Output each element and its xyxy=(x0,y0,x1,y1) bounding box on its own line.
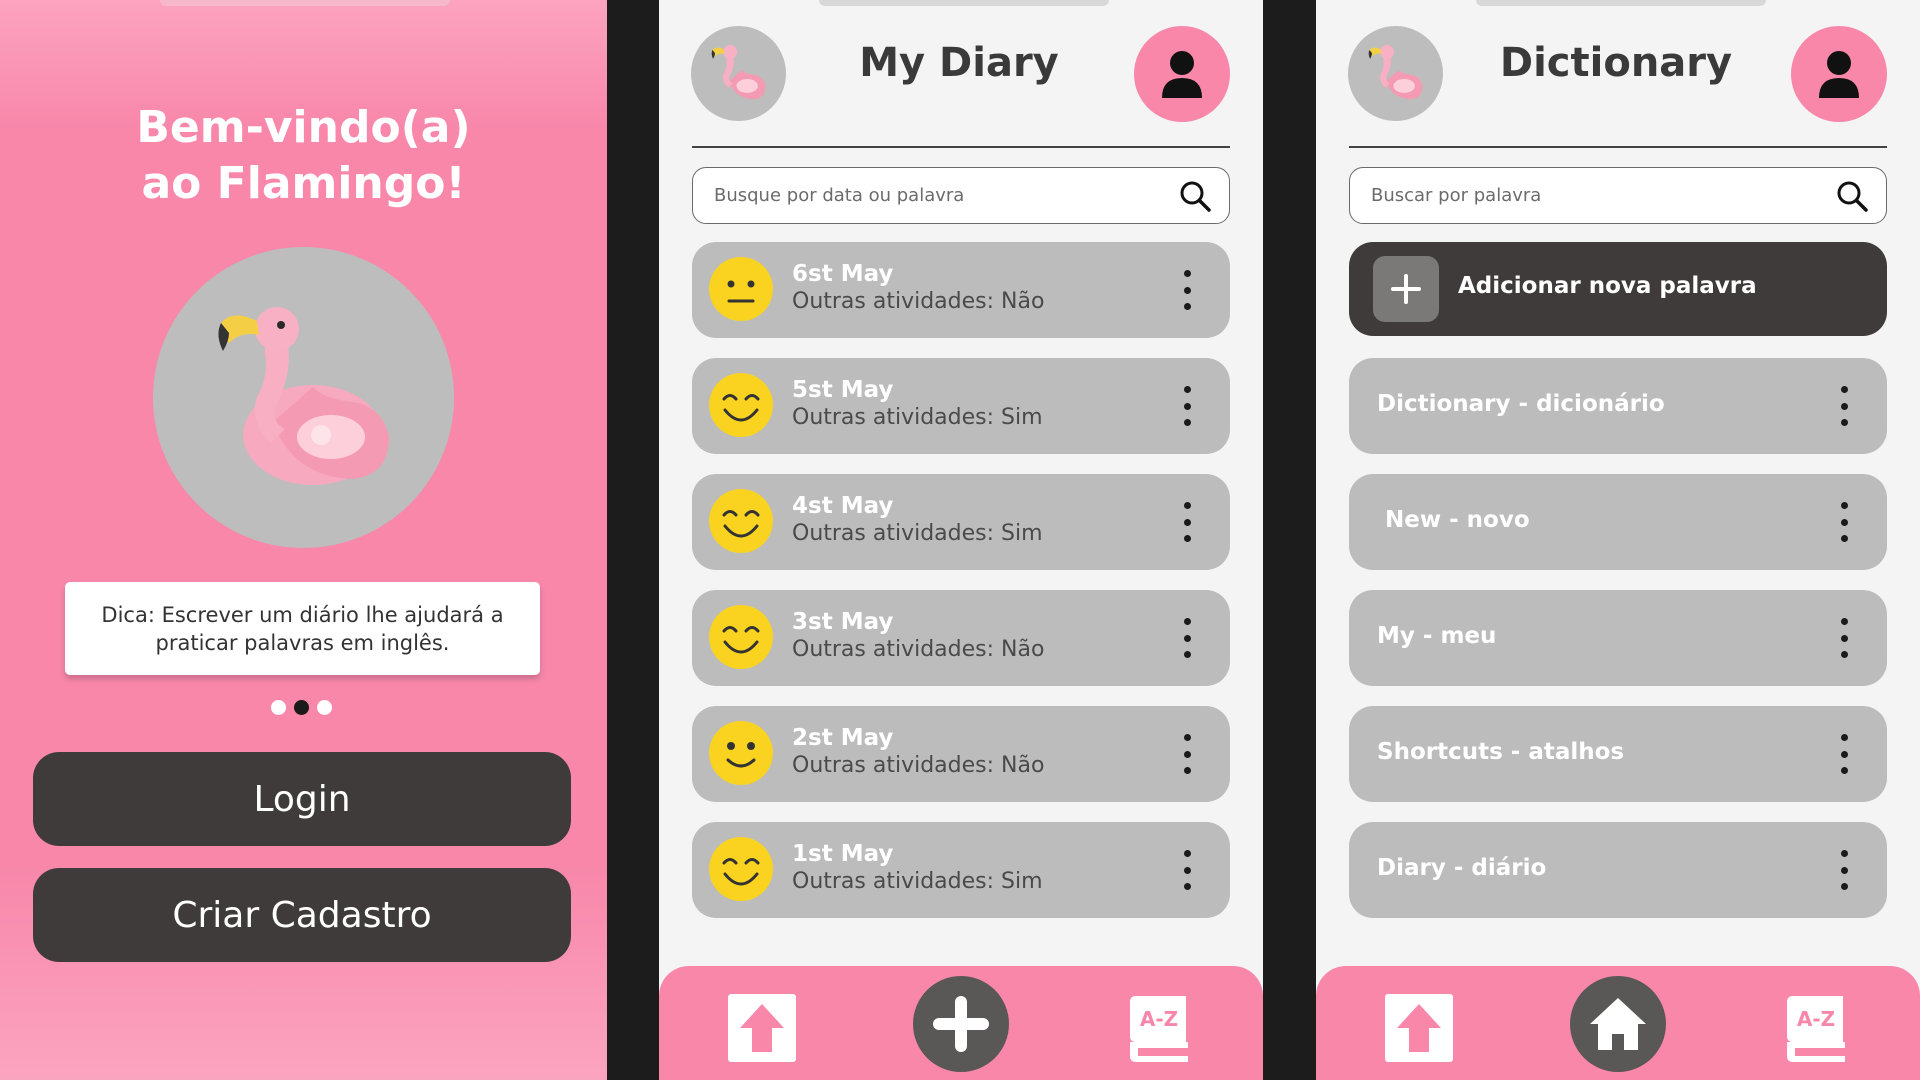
more-options-icon[interactable] xyxy=(1839,386,1849,426)
status-notch xyxy=(160,0,450,6)
word-item[interactable]: My - meu xyxy=(1349,590,1887,686)
az-label: A-Z xyxy=(1797,1007,1835,1031)
flamingo-logo xyxy=(153,247,454,548)
profile-button[interactable] xyxy=(1791,26,1887,122)
bottom-tab-bar: A-Z xyxy=(1316,966,1920,1080)
diary-entry[interactable]: 1st May Outras atividades: Sim xyxy=(692,822,1230,918)
entry-activities: Outras atividades: Não xyxy=(792,637,1045,662)
profile-button[interactable] xyxy=(1134,26,1230,122)
diary-entry[interactable]: 5st May Outras atividades: Sim xyxy=(692,358,1230,454)
welcome-screen: Bem-vindo(a) ao Flamingo! Dica: Escrever… xyxy=(0,0,607,1080)
word-item[interactable]: Shortcuts - atalhos xyxy=(1349,706,1887,802)
flamingo-logo[interactable] xyxy=(691,26,786,121)
search-icon[interactable] xyxy=(1179,180,1211,212)
diary-entry[interactable]: 4st May Outras atividades: Sim xyxy=(692,474,1230,570)
entry-date: 5st May xyxy=(792,377,894,403)
more-options-icon[interactable] xyxy=(1839,734,1849,774)
dictionary-screen: Dictionary Adicionar nova palavra Dictio… xyxy=(1316,0,1920,1080)
entry-date: 2st May xyxy=(792,725,894,751)
dictionary-az-icon[interactable]: A-Z xyxy=(1785,992,1849,1064)
entry-date: 3st May xyxy=(792,609,894,635)
smiling-face-icon xyxy=(709,837,773,901)
more-options-icon[interactable] xyxy=(1182,386,1192,426)
tip-box: Dica: Escrever um diário lhe ajudará a p… xyxy=(65,582,540,675)
flamingo-icon xyxy=(218,307,389,485)
search-input[interactable] xyxy=(714,185,1179,206)
entry-date: 4st May xyxy=(792,493,894,519)
more-options-icon[interactable] xyxy=(1182,734,1192,774)
word-label: Diary - diário xyxy=(1377,855,1547,881)
flamingo-icon xyxy=(711,44,766,100)
neutral-face-icon xyxy=(709,257,773,321)
slightly-smiling-face-icon xyxy=(709,721,773,785)
carousel-dot-active[interactable] xyxy=(294,700,309,715)
dictionary-az-icon[interactable]: A-Z xyxy=(1128,992,1192,1064)
header-divider xyxy=(1349,146,1887,148)
tip-text: Dica: Escrever um diário lhe ajudará a p… xyxy=(101,602,504,655)
diary-entry[interactable]: 3st May Outras atividades: Não xyxy=(692,590,1230,686)
entry-activities: Outras atividades: Sim xyxy=(792,521,1043,546)
more-options-icon[interactable] xyxy=(1182,502,1192,542)
carousel-indicator xyxy=(271,700,337,716)
header-divider xyxy=(692,146,1230,148)
entry-activities: Outras atividades: Não xyxy=(792,289,1045,314)
word-label: My - meu xyxy=(1377,623,1497,649)
signup-button[interactable]: Criar Cadastro xyxy=(33,868,571,962)
entry-date: 1st May xyxy=(792,841,894,867)
status-notch xyxy=(819,0,1109,6)
add-entry-button[interactable] xyxy=(913,976,1009,1072)
az-label: A-Z xyxy=(1140,1007,1178,1031)
home-button[interactable] xyxy=(1570,976,1666,1072)
entry-activities: Outras atividades: Sim xyxy=(792,405,1043,430)
bottom-tab-bar: A-Z xyxy=(659,966,1263,1080)
page-title: Dictionary xyxy=(1499,40,1733,86)
search-icon[interactable] xyxy=(1836,180,1868,212)
word-item[interactable]: Dictionary - dicionário xyxy=(1349,358,1887,454)
word-label: New - novo xyxy=(1377,507,1530,533)
search-input[interactable] xyxy=(1371,185,1836,206)
user-icon xyxy=(1819,51,1859,98)
carousel-dot[interactable] xyxy=(317,700,332,715)
add-word-label: Adicionar nova palavra xyxy=(1458,273,1757,299)
more-options-icon[interactable] xyxy=(1839,618,1849,658)
flamingo-icon xyxy=(1368,44,1423,100)
welcome-title: Bem-vindo(a) ao Flamingo! xyxy=(0,100,607,212)
plus-icon xyxy=(933,996,989,1052)
word-label: Shortcuts - atalhos xyxy=(1377,739,1625,765)
smiling-face-icon xyxy=(709,605,773,669)
more-options-icon[interactable] xyxy=(1182,270,1192,310)
entry-activities: Outras atividades: Não xyxy=(792,753,1045,778)
search-bar xyxy=(692,167,1230,224)
entry-date: 6st May xyxy=(792,261,894,287)
word-item[interactable]: New - novo xyxy=(1349,474,1887,570)
more-options-icon[interactable] xyxy=(1182,618,1192,658)
more-options-icon[interactable] xyxy=(1839,502,1849,542)
entry-activities: Outras atividades: Sim xyxy=(792,869,1043,894)
more-options-icon[interactable] xyxy=(1182,850,1192,890)
welcome-title-line1: Bem-vindo(a) xyxy=(136,102,471,153)
smiling-face-icon xyxy=(709,489,773,553)
word-item[interactable]: Diary - diário xyxy=(1349,822,1887,918)
user-icon xyxy=(1162,51,1202,98)
upload-icon[interactable] xyxy=(728,994,796,1062)
home-icon xyxy=(1590,998,1646,1050)
login-button[interactable]: Login xyxy=(33,752,571,846)
diary-entry[interactable]: 6st May Outras atividades: Não xyxy=(692,242,1230,338)
carousel-dot[interactable] xyxy=(271,700,286,715)
upload-icon[interactable] xyxy=(1385,994,1453,1062)
flamingo-logo[interactable] xyxy=(1348,26,1443,121)
search-bar xyxy=(1349,167,1887,224)
smiling-face-icon xyxy=(709,373,773,437)
diary-entry[interactable]: 2st May Outras atividades: Não xyxy=(692,706,1230,802)
diary-screen: My Diary 6st May Outras atividades: Não xyxy=(659,0,1263,1080)
page-title: My Diary xyxy=(859,40,1059,86)
plus-icon xyxy=(1373,256,1439,322)
add-word-button[interactable]: Adicionar nova palavra xyxy=(1349,242,1887,336)
welcome-title-line2: ao Flamingo! xyxy=(141,158,466,209)
status-notch xyxy=(1476,0,1766,6)
word-label: Dictionary - dicionário xyxy=(1377,391,1665,417)
more-options-icon[interactable] xyxy=(1839,850,1849,890)
